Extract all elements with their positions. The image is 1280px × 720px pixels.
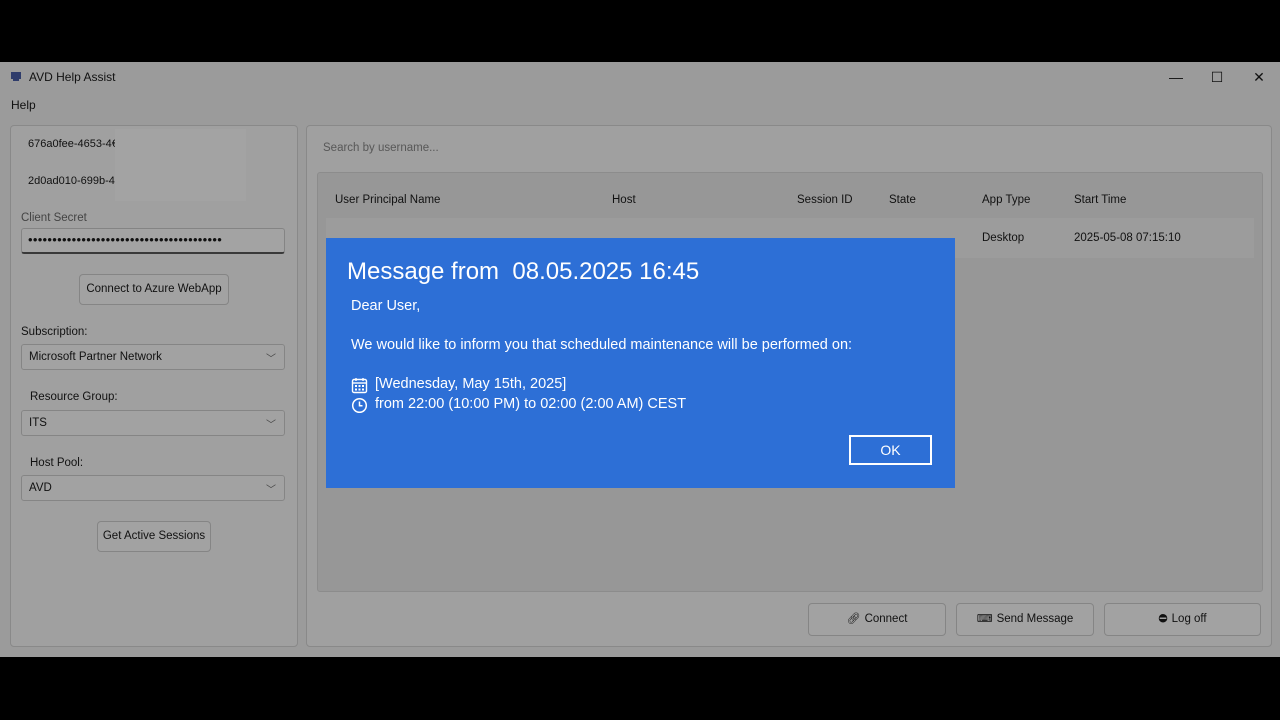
dialog-body: We would like to inform you that schedul… (351, 337, 853, 353)
ok-button[interactable]: OK (849, 435, 932, 465)
dialog-time-line: from 22:00 (10:00 PM) to 02:00 (2:00 AM)… (351, 396, 687, 414)
clock-icon (351, 397, 368, 414)
message-dialog: Message from 08.05.2025 16:45 Dear User,… (326, 238, 955, 488)
calendar-icon (351, 378, 368, 394)
dialog-greeting: Dear User, (351, 298, 421, 314)
dialog-title: Message from 08.05.2025 16:45 (347, 258, 700, 285)
dialog-date-text: [Wednesday, May 15th, 2025] (375, 376, 567, 392)
dialog-time-text: from 22:00 (10:00 PM) to 02:00 (2:00 AM)… (375, 396, 687, 412)
dialog-date-line: [Wednesday, May 15th, 2025] (351, 376, 567, 394)
